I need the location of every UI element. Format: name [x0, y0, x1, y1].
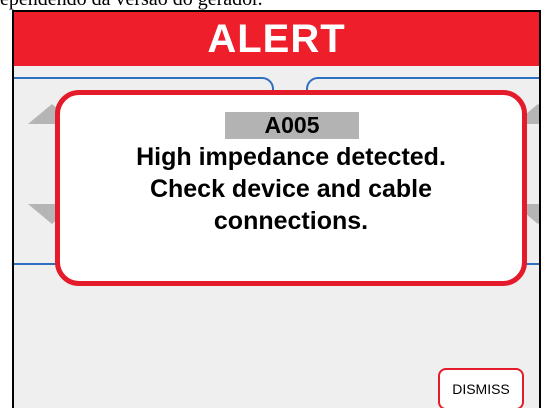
device-screen: ALERT A005 High impedance detected. Chec… [12, 10, 541, 408]
alert-message: High impedance detected. Check device an… [60, 141, 522, 237]
alert-code-badge: A005 [225, 112, 359, 139]
alert-dialog: A005 High impedance detected. Check devi… [55, 90, 527, 286]
alert-message-line: High impedance detected. [136, 143, 446, 171]
dismiss-button[interactable]: DISMISS [438, 368, 524, 408]
alert-banner: ALERT [14, 12, 539, 66]
alert-message-line: connections. [213, 207, 369, 235]
alert-message-line: Check device and cable [149, 175, 433, 203]
